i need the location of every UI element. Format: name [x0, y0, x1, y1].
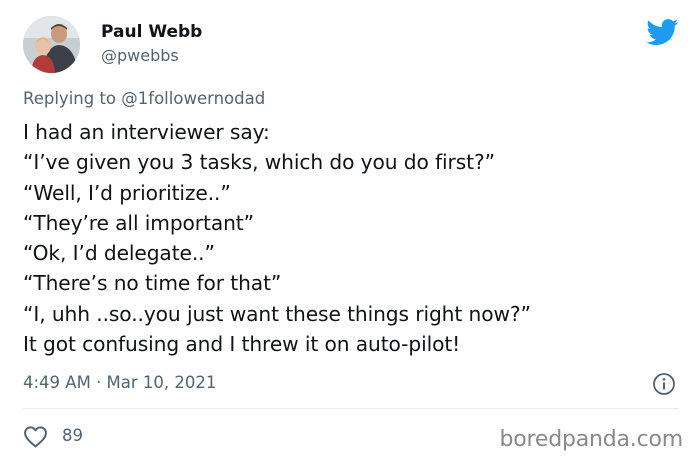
tweet-line: “I, uhh ..so..you just want these things… — [23, 301, 531, 326]
tweet-timestamp[interactable]: 4:49 AM · Mar 10, 2021 — [23, 373, 216, 392]
tweet-line: “I’ve given you 3 tasks, which do you do… — [23, 150, 495, 175]
author-name[interactable]: Paul Webb — [101, 22, 202, 42]
tweet-line: “Ok, I’d delegate..” — [23, 241, 215, 266]
like-count: 89 — [62, 426, 83, 445]
avatar-photo — [23, 16, 80, 73]
watermark: boredpanda.com — [499, 427, 683, 452]
tweet-line: It got confusing and I threw it on auto-… — [23, 332, 461, 357]
reply-line: Replying to @1followernodad — [23, 89, 265, 108]
reply-prefix: Replying to — [23, 89, 117, 108]
heart-outline-icon[interactable] — [23, 425, 48, 448]
avatar[interactable] — [23, 16, 80, 73]
tweet-line: I had an interviewer say: — [23, 120, 270, 144]
tweet-line: “They’re all important” — [23, 210, 254, 235]
tweet-text: I had an interviewer say: “I’ve given yo… — [23, 117, 683, 359]
divider — [23, 408, 679, 409]
info-icon[interactable] — [652, 372, 676, 396]
tweet-line: “Well, I’d prioritize..” — [23, 180, 231, 205]
author-handle[interactable]: @pwebbs — [101, 46, 179, 65]
reply-mention-link[interactable]: @1followernodad — [121, 89, 265, 108]
tweet-line: “There’s no time for that” — [23, 271, 282, 296]
twitter-bird-icon[interactable] — [646, 19, 679, 46]
